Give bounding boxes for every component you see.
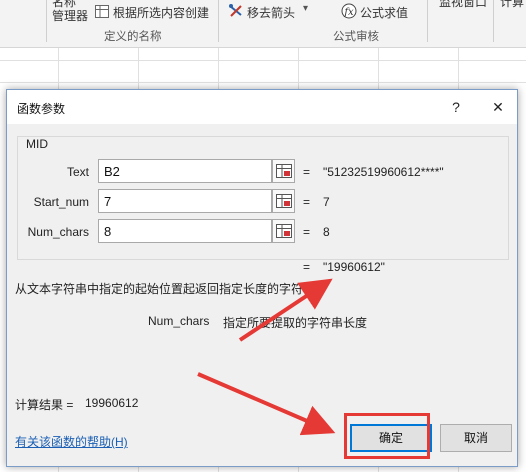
- help-icon[interactable]: ?: [445, 96, 467, 118]
- start-num-arg-input[interactable]: [98, 189, 272, 213]
- text-arg-input[interactable]: [98, 159, 272, 183]
- evaluate-formula-icon: fx: [341, 3, 357, 22]
- chevron-down-icon[interactable]: ▾: [303, 3, 308, 14]
- dialog-title-bar[interactable]: 函数参数 ? ✕: [7, 90, 517, 124]
- ribbon-separator: [46, 0, 47, 42]
- remove-arrows-icon: [228, 3, 244, 22]
- arg-help-text: 指定所要提取的字符串长度: [223, 316, 368, 330]
- function-help-link[interactable]: 有关该函数的帮助(H): [15, 433, 128, 450]
- collapse-dialog-icon[interactable]: [272, 159, 295, 183]
- ribbon-separator: [218, 0, 219, 42]
- close-icon[interactable]: ✕: [487, 96, 509, 118]
- watch-window-button[interactable]: 监视窗口: [439, 0, 487, 10]
- calc-result-value: 19960612: [85, 396, 139, 410]
- function-description: 从文本字符串中指定的起始位置起返回指定长度的字符: [15, 282, 304, 296]
- equals-sign: =: [303, 195, 311, 209]
- arg-label-num-chars: Num_chars: [27, 225, 89, 239]
- arg-result-num-chars: 8: [323, 225, 330, 239]
- ribbon-separator: [493, 0, 494, 42]
- ribbon-separator: [427, 0, 428, 42]
- collapse-dialog-icon[interactable]: [272, 189, 295, 213]
- defined-names-group-label: 定义的名称: [104, 31, 162, 43]
- create-from-selection-button[interactable]: 根据所选内容创建: [113, 4, 209, 21]
- num-chars-arg-input[interactable]: [98, 219, 272, 243]
- function-arguments-dialog: 函数参数 ? ✕ MID Text = "51232519960612****"…: [6, 89, 518, 467]
- arg-label-text: Text: [66, 165, 89, 179]
- calc-result-label: 计算结果 =: [15, 398, 74, 412]
- svg-text:fx: fx: [343, 7, 354, 18]
- grid-line: [0, 60, 526, 61]
- arg-label-start-num: Start_num: [33, 195, 89, 209]
- equals-sign: =: [303, 165, 311, 179]
- ribbon: 名称 管理器 根据所选内容创建 定义的名称 移去箭头 ▾ fx 公式求值 公式审…: [0, 0, 526, 48]
- arg-result-start-num: 7: [323, 195, 330, 209]
- equals-sign: =: [303, 225, 311, 239]
- remove-arrows-button[interactable]: 移去箭头: [247, 4, 295, 21]
- create-from-selection-icon: [95, 5, 109, 21]
- formula-auditing-group-label: 公式审核: [333, 31, 379, 43]
- grid-line: [0, 82, 526, 83]
- ok-button-highlight: [344, 413, 430, 459]
- name-manager-button[interactable]: 管理器: [52, 7, 88, 24]
- dialog-title: 函数参数: [17, 102, 66, 116]
- calculation-button[interactable]: 计算: [500, 0, 524, 10]
- equals-sign: =: [303, 260, 311, 274]
- arg-result-text: "51232519960612****": [323, 165, 444, 179]
- arg-help-name: Num_chars: [148, 314, 210, 328]
- cancel-button[interactable]: 取消: [440, 424, 512, 452]
- evaluate-formula-button[interactable]: 公式求值: [360, 4, 408, 21]
- collapse-dialog-icon[interactable]: [272, 219, 295, 243]
- formula-result-preview: "19960612": [323, 260, 385, 274]
- function-name: MID: [23, 137, 51, 151]
